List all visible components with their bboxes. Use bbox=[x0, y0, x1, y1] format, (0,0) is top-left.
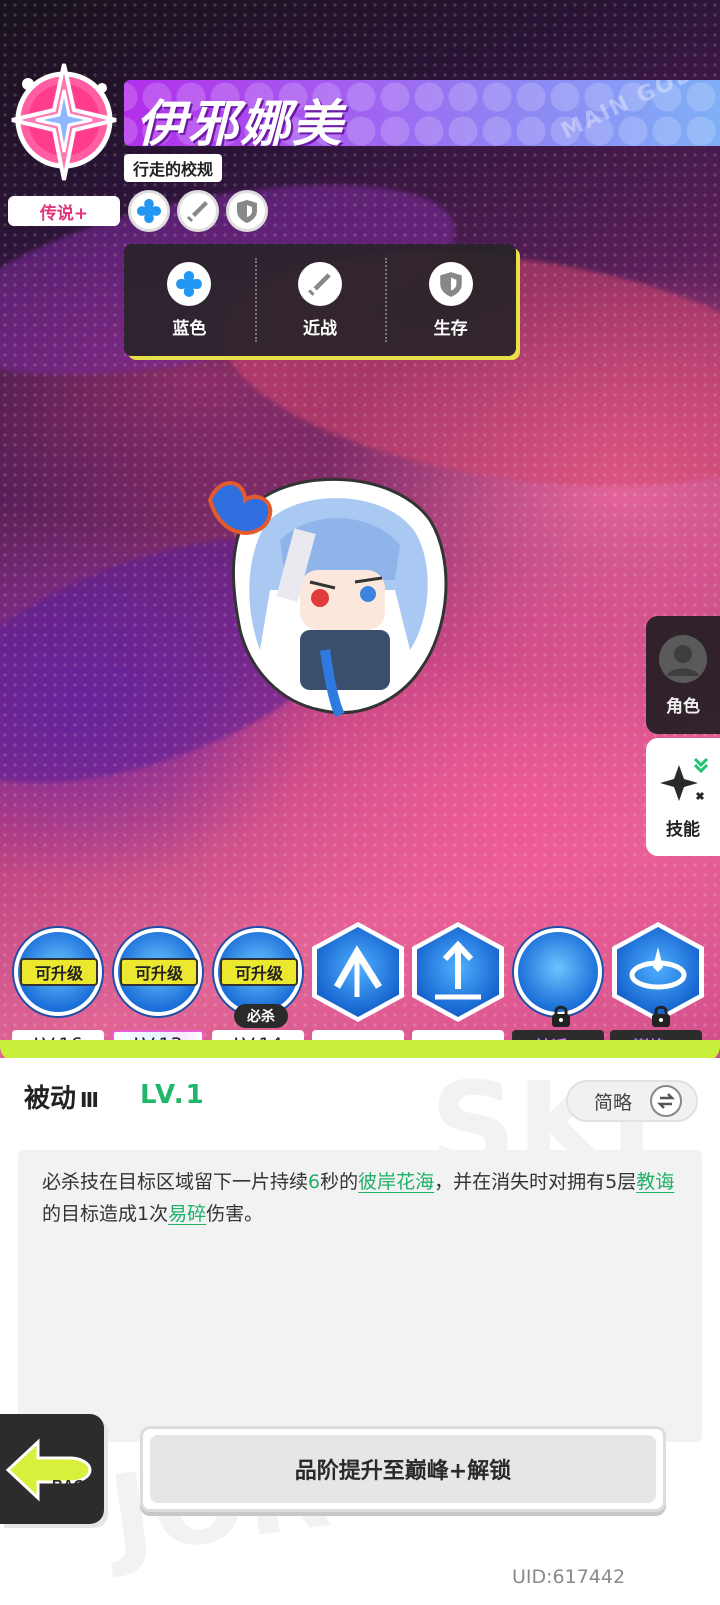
ultimate-tag: 必杀 bbox=[234, 1004, 288, 1028]
shield-icon[interactable] bbox=[226, 190, 268, 232]
swap-icon bbox=[650, 1085, 683, 1117]
lock-icon bbox=[552, 1005, 570, 1027]
upgradeable-badge: 可升级 bbox=[220, 958, 298, 986]
skill-slot-7[interactable]: 巅峰+ bbox=[610, 920, 708, 1060]
brief-toggle-button[interactable]: 简略 bbox=[566, 1080, 698, 1122]
blue-element-icon bbox=[167, 261, 212, 306]
back-button[interactable]: BACK bbox=[0, 1414, 104, 1524]
tab-character[interactable]: 角色 bbox=[646, 616, 720, 734]
skill-slot-4[interactable]: max bbox=[312, 920, 408, 1060]
tab-skills-label: 技能 bbox=[666, 819, 700, 840]
tab-skills[interactable]: 技能 bbox=[646, 738, 720, 856]
side-tabs: 角色 技能 bbox=[646, 616, 720, 856]
blue-element-icon[interactable] bbox=[128, 190, 170, 232]
shield-icon bbox=[428, 261, 473, 306]
rank-label: 传说+ bbox=[8, 196, 120, 226]
lock-icon bbox=[652, 1005, 670, 1027]
skill-slot-5[interactable]: max bbox=[412, 920, 508, 1060]
avatar-icon bbox=[659, 634, 707, 683]
attribute-panel: 蓝色 近战 生存 bbox=[124, 244, 516, 356]
tag-icons bbox=[128, 190, 268, 232]
sword-icon bbox=[298, 261, 342, 306]
skill-description: 必杀技在目标区域留下一片持续6秒的彼岸花海，并在消失时对拥有5层教诲的目标造成1… bbox=[18, 1150, 702, 1442]
legend-rank-emblem bbox=[11, 63, 117, 181]
back-arrow-icon: BACK bbox=[5, 1438, 95, 1502]
attribute-label: 生存 bbox=[433, 318, 468, 339]
attribute-role: 生存 bbox=[385, 244, 516, 356]
skill-icon bbox=[514, 928, 602, 1016]
skill-slot-1[interactable]: 可升级 LV.16 bbox=[12, 920, 108, 1060]
attribute-color: 蓝色 bbox=[124, 244, 255, 356]
keyword-link[interactable]: 教诲 bbox=[636, 1171, 674, 1193]
sword-icon[interactable] bbox=[177, 190, 219, 232]
character-portrait bbox=[207, 477, 448, 718]
character-stage: 传说+ MAIN GOD 伊邪娜美 行走的校规 蓝色 近战 生存 角色 技能 bbox=[0, 0, 720, 1060]
skill-slot-3[interactable]: 可升级 必杀 LV.14 bbox=[212, 920, 308, 1060]
attribute-label: 蓝色 bbox=[172, 318, 207, 339]
upgradeable-badge: 可升级 bbox=[120, 958, 198, 986]
character-name: 伊邪娜美 bbox=[136, 95, 344, 146]
tab-character-label: 角色 bbox=[666, 696, 700, 717]
attribute-range: 近战 bbox=[254, 244, 386, 356]
brief-label: 简略 bbox=[594, 1091, 633, 1114]
skill-detail-level: LV.1 bbox=[140, 1080, 206, 1110]
skill-slot-6[interactable]: 神话+ bbox=[512, 920, 608, 1060]
attribute-label: 近战 bbox=[303, 318, 337, 339]
svg-text:BACK: BACK bbox=[52, 1477, 95, 1494]
skill-name: 被动 Ⅲ bbox=[24, 1084, 99, 1114]
sparkle-star-icon bbox=[660, 757, 709, 801]
character-title: 行走的校规 bbox=[124, 154, 223, 182]
skill-detail-panel: SKI JOR 被动Ⅲ LV.1 简略 必杀技在目标区域留下一片持续6秒的彼岸花… bbox=[0, 1058, 720, 1605]
skill-slot-2[interactable]: 可升级 LV.13 bbox=[112, 920, 208, 1060]
name-banner: MAIN GOD 伊邪娜美 bbox=[124, 80, 720, 146]
skill-row: 可升级 LV.16 可升级 LV.13 可升级 必杀 LV.14 max max bbox=[0, 920, 720, 1060]
upgradeable-badge: 可升级 bbox=[20, 958, 98, 986]
unlock-button[interactable]: 品阶提升至巅峰+解锁 bbox=[140, 1426, 666, 1512]
unlock-button-label: 品阶提升至巅峰+解锁 bbox=[150, 1435, 656, 1503]
keyword-link[interactable]: 易碎 bbox=[168, 1203, 206, 1225]
keyword-link[interactable]: 彼岸花海 bbox=[358, 1171, 434, 1193]
uid-label: UID:617442 bbox=[512, 1566, 626, 1588]
